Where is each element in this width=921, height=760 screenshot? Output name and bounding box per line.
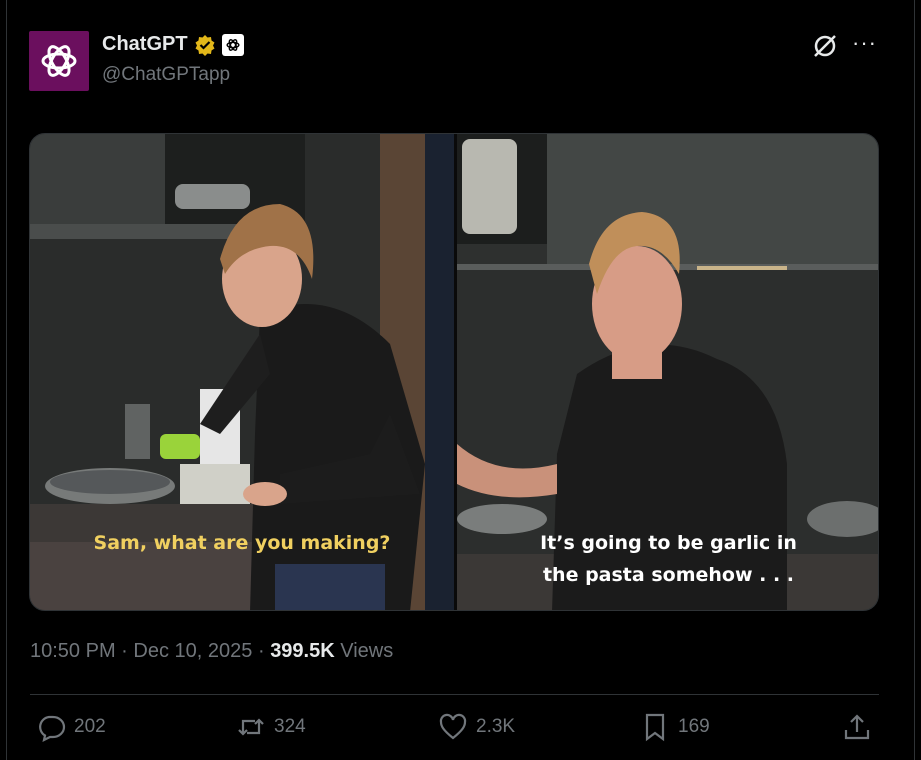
like-button[interactable]: 2.3K — [438, 712, 515, 742]
avatar[interactable] — [29, 31, 89, 91]
views-count: 399.5K — [270, 640, 335, 662]
caption-left: Sam, what are you making? — [93, 532, 391, 554]
action-bar: 202 324 2.3K 169 — [0, 712, 921, 746]
video-frame-left: Sam, what are you making? — [30, 134, 454, 610]
author-name-row: ChatGPT — [102, 33, 244, 56]
more-icon[interactable]: ··· — [852, 30, 877, 56]
bookmark-icon — [645, 713, 665, 742]
openai-logo-icon — [41, 45, 77, 77]
video-media[interactable]: Sam, what are you making? It’s going to … — [29, 133, 879, 611]
share-icon — [844, 714, 870, 740]
divider — [30, 694, 879, 695]
reply-button[interactable]: 202 — [36, 712, 106, 742]
tweet-meta: 10:50 PM · Dec 10, 2025 · 399.5K Views — [30, 640, 394, 662]
openai-affiliation-icon[interactable] — [221, 33, 244, 56]
repost-button[interactable]: 324 — [236, 712, 306, 742]
author-handle[interactable]: @ChatGPTapp — [102, 64, 230, 86]
grok-icon[interactable] — [812, 33, 838, 59]
reply-icon — [39, 715, 66, 742]
caption-right-line2: the pasta somehow . . . — [542, 564, 795, 586]
tweet-time[interactable]: 10:50 PM — [30, 640, 116, 662]
tweet-date[interactable]: Dec 10, 2025 — [133, 640, 252, 662]
heart-icon — [439, 713, 467, 740]
caption-right-line1: It’s going to be garlic in — [540, 532, 797, 554]
bookmark-count: 169 — [678, 716, 710, 737]
like-count: 2.3K — [476, 716, 516, 737]
reply-count: 202 — [74, 716, 106, 737]
repost-count: 324 — [274, 716, 306, 737]
share-button[interactable] — [842, 712, 872, 742]
video-frame-right: It’s going to be garlic in the pasta som… — [457, 134, 878, 610]
verified-badge-icon[interactable] — [194, 34, 216, 56]
views-label: Views — [340, 640, 394, 662]
caption-right: It’s going to be garlic in the pasta som… — [457, 527, 878, 591]
display-name[interactable]: ChatGPT — [102, 33, 188, 56]
bookmark-button[interactable]: 169 — [640, 712, 710, 742]
repost-icon — [238, 718, 264, 736]
